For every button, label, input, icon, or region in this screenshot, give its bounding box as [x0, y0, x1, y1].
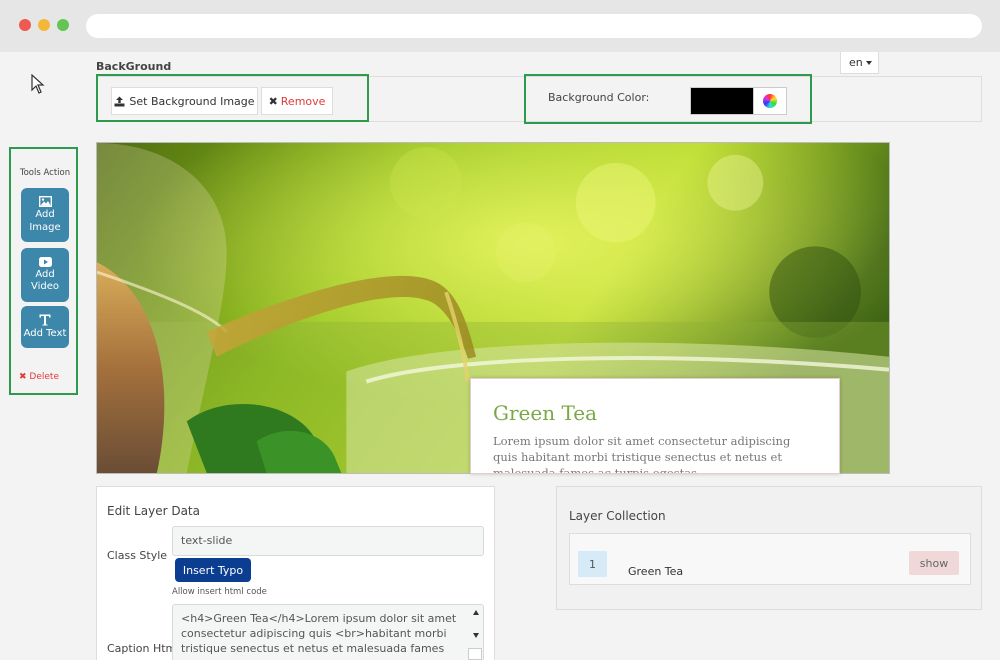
background-section-title: BackGround — [96, 60, 172, 73]
layer-name[interactable]: Green Tea — [628, 565, 683, 578]
layer-list: 1 Green Tea show — [569, 533, 971, 585]
image-icon — [38, 196, 52, 207]
browser-chrome — [0, 0, 1000, 52]
language-select[interactable]: en — [840, 52, 879, 74]
scroll-down-icon[interactable] — [473, 633, 479, 638]
slider-editor-page: en BackGround Set Background Image ✖ Rem… — [0, 52, 1000, 660]
tools-action-title: Tools Action — [19, 168, 71, 178]
video-play-icon — [38, 256, 52, 267]
add-video-button[interactable]: Add Video — [21, 248, 69, 302]
highlight-box-background-buttons — [96, 74, 369, 122]
delete-layer-label: Delete — [29, 372, 59, 382]
add-image-button[interactable]: Add Image — [21, 188, 69, 242]
caption-html-label: Caption Html — [107, 642, 180, 655]
layer-show-button[interactable]: show — [909, 551, 959, 575]
caption-layer[interactable]: Green Tea Lorem ipsum dolor sit amet con… — [470, 378, 840, 474]
resize-handle-icon[interactable] — [468, 648, 482, 660]
class-style-label: Class Style — [107, 549, 168, 562]
maximize-window-icon[interactable] — [57, 19, 69, 31]
insert-typo-button[interactable]: Insert Typo — [175, 558, 251, 582]
edit-layer-panel: Edit Layer Data Class Style text-slide I… — [96, 486, 495, 660]
scroll-up-icon[interactable] — [473, 610, 479, 615]
caption-text: Lorem ipsum dolor sit amet consectetur a… — [493, 434, 791, 474]
add-image-label-line1: Add — [35, 209, 55, 220]
add-image-label-line2: Image — [29, 221, 61, 233]
mouse-cursor-icon — [31, 74, 45, 94]
caret-down-icon — [865, 61, 872, 65]
caption-html-textarea[interactable]: <h4>Green Tea</h4>Lorem ipsum dolor sit … — [172, 604, 484, 660]
caption-html-value: <h4>Green Tea</h4>Lorem ipsum dolor sit … — [181, 612, 457, 655]
layer-collection-title: Layer Collection — [569, 509, 666, 523]
layer-collection-panel: Layer Collection 1 Green Tea show — [556, 486, 982, 610]
language-selected-value: en — [849, 56, 863, 69]
text-icon — [39, 314, 51, 326]
caption-title: Green Tea — [493, 401, 597, 425]
edit-layer-title: Edit Layer Data — [107, 504, 200, 518]
layer-index: 1 — [578, 551, 607, 577]
highlight-box-background-color — [524, 74, 812, 124]
add-video-label-line1: Add — [35, 268, 55, 280]
close-icon: ✖ — [19, 372, 27, 382]
class-style-input[interactable]: text-slide — [172, 526, 484, 556]
address-bar[interactable] — [86, 14, 982, 38]
add-text-button[interactable]: Add Text — [21, 306, 69, 348]
add-text-label: Add Text — [23, 327, 67, 339]
close-window-icon[interactable] — [19, 19, 31, 31]
minimize-window-icon[interactable] — [38, 19, 50, 31]
allow-html-hint: Allow insert html code — [172, 587, 267, 597]
add-video-label-line2: Video — [30, 281, 60, 292]
delete-layer-button[interactable]: ✖ Delete — [19, 372, 59, 382]
